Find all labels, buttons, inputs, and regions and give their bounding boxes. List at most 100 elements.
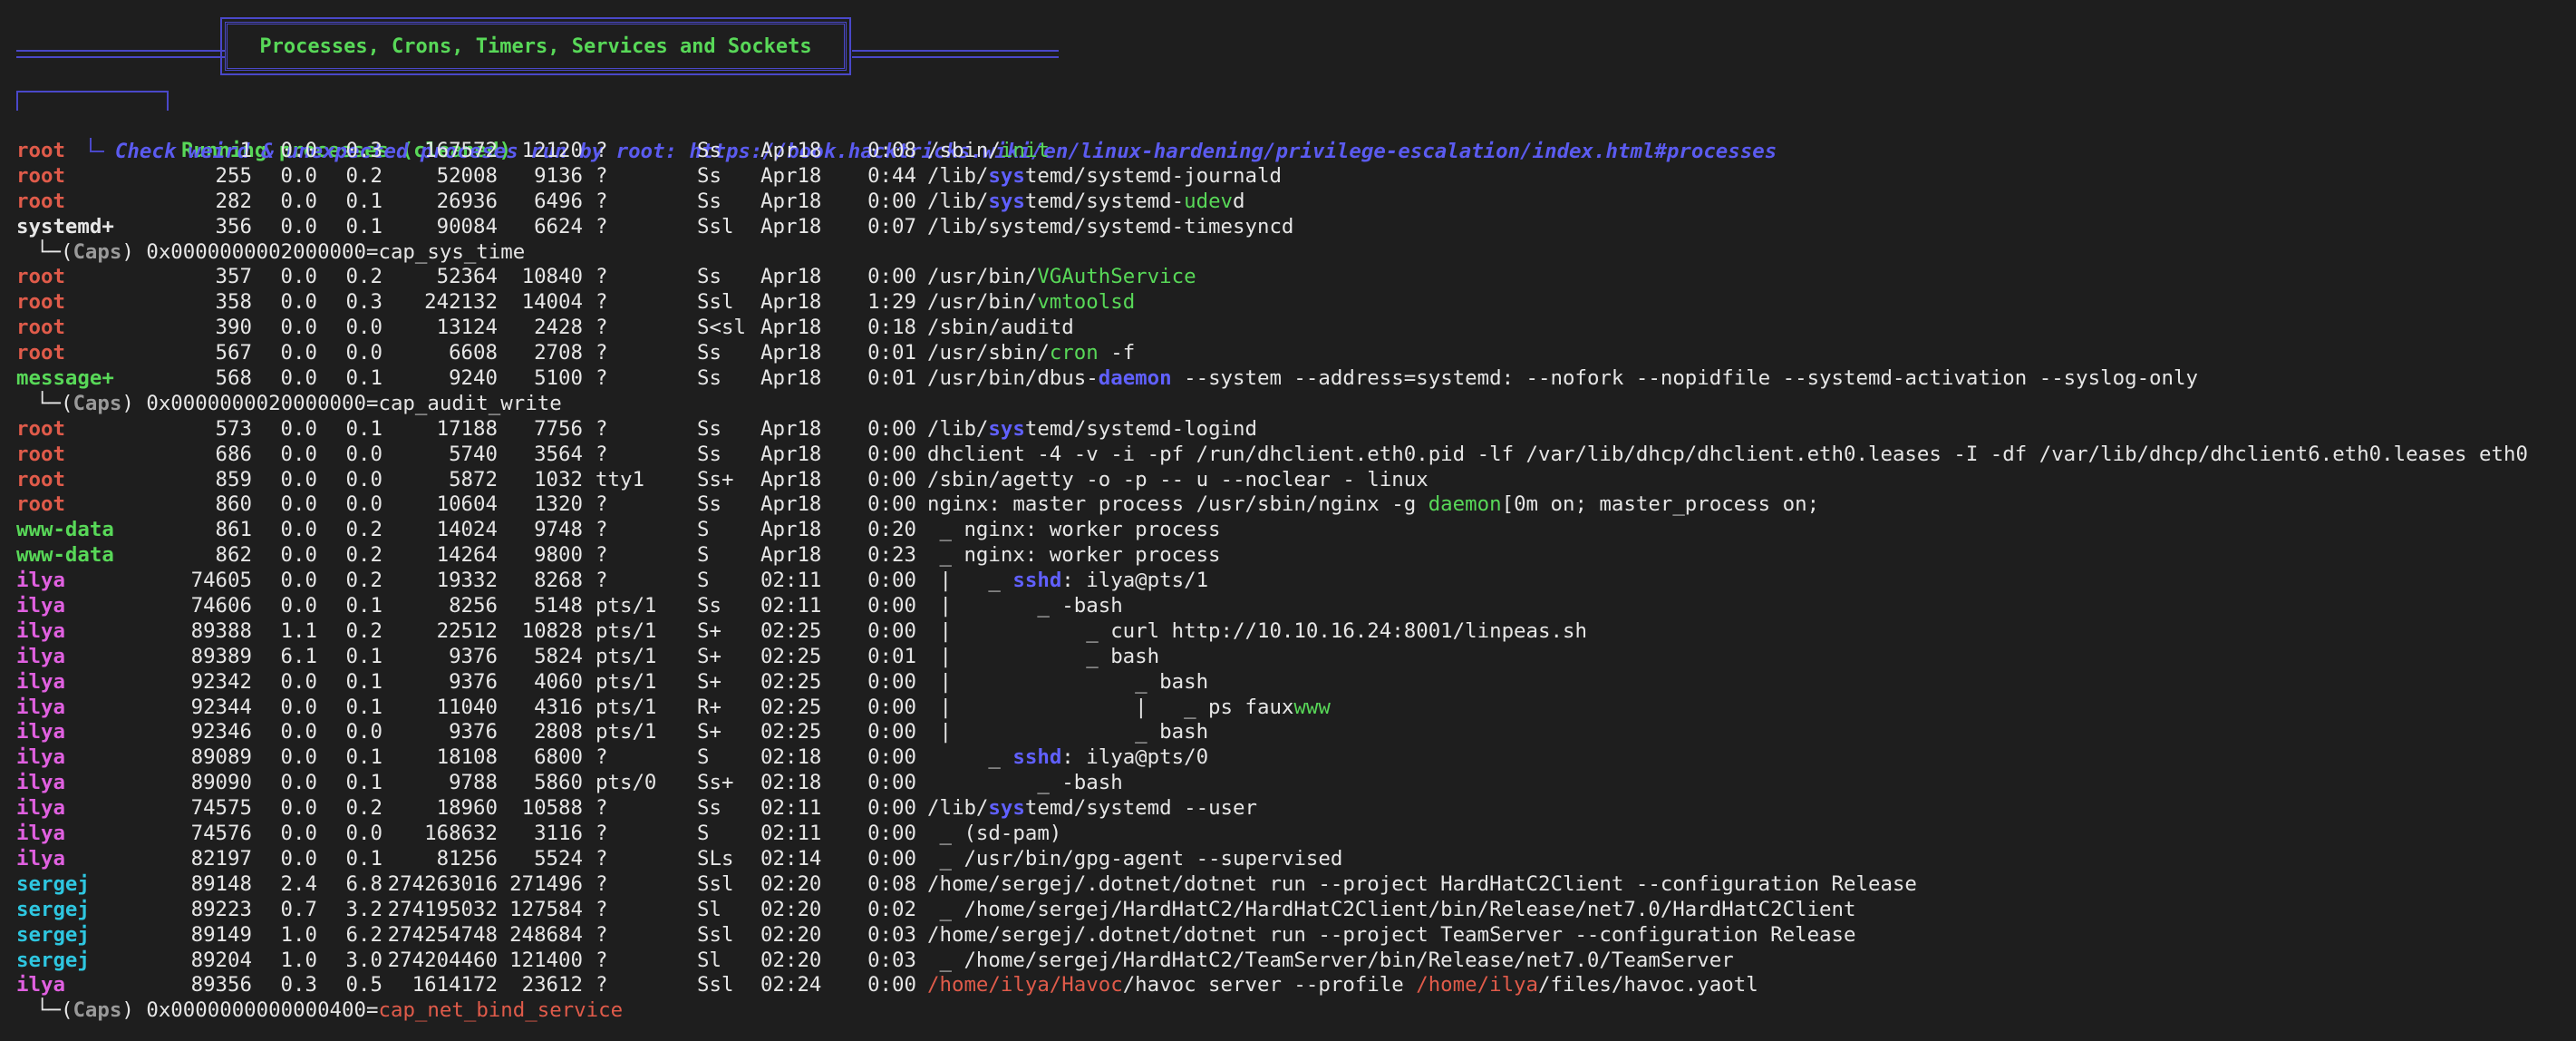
process-row: sergej 89148 2.4 6.8 274263016 271496? Ssl 02:2…	[16, 872, 2576, 898]
command-segment: sys	[988, 163, 1025, 188]
process-cpu: 0.0	[280, 139, 317, 162]
process-cpu: 0.0	[280, 518, 317, 542]
process-time: 0:00	[867, 416, 916, 441]
process-command: /home/ilya/Havoc/havoc server --profile …	[927, 973, 1758, 998]
process-mem: 0.1	[345, 189, 383, 213]
process-cpu: 1.1	[280, 618, 317, 643]
caps-tree: └─(	[36, 239, 73, 264]
caps-close: )	[121, 391, 147, 415]
process-pid: 390	[215, 316, 252, 340]
process-user: ilya	[16, 771, 65, 795]
process-start: Apr18	[760, 265, 822, 289]
process-stat: Ssl	[697, 973, 734, 997]
process-time: 0:00	[867, 569, 916, 593]
command-segment: daemon	[1428, 492, 1502, 517]
process-tty: ?	[596, 922, 608, 947]
process-vsz: 10604	[436, 492, 498, 517]
command-segment: _ /home/sergej/HardHatC2/HardHatC2Client…	[927, 897, 1856, 921]
process-mem: 0.0	[345, 341, 383, 365]
process-pid: 89356	[190, 973, 252, 997]
process-user: ilya	[16, 973, 65, 997]
process-rss: 2708	[534, 341, 583, 365]
process-stat: SLs	[697, 846, 734, 871]
process-user: ilya	[16, 720, 65, 744]
command-segment: [0m on; master_process on;	[1501, 492, 1820, 517]
process-stat: Ss	[697, 265, 721, 289]
process-command: /usr/bin/VGAuthService	[927, 265, 1196, 290]
process-row: root 567 0.0 0.0 6608 2708? Ss Apr18 0:01/usr/sb…	[16, 341, 2576, 366]
process-mem: 0.1	[345, 669, 383, 694]
process-cpu: 0.0	[280, 442, 317, 466]
process-tty: pts/0	[596, 771, 657, 795]
process-command: _ /home/sergej/HardHatC2/HardHatC2Client…	[927, 897, 1856, 923]
process-cpu: 1.0	[280, 948, 317, 972]
command-segment: | | _ ps faux	[927, 695, 1294, 719]
process-row: root 859 0.0 0.0 5872 1032 tty1 Ss+ Apr18 0:00/sb…	[16, 468, 2576, 493]
process-row: root 282 0.0 0.1 26936 6496? Ss Apr18 0:00/lib/s…	[16, 190, 2576, 215]
process-stat: Ssl	[697, 290, 734, 315]
process-stat: Ssl	[697, 214, 734, 238]
process-vsz: 242132	[424, 290, 498, 315]
process-vsz: 5872	[449, 467, 498, 491]
process-start: 02:20	[760, 922, 822, 947]
command-segment: _ /home/sergej/HardHatC2/TeamServer/bin/…	[927, 948, 1734, 972]
process-mem: 0.0	[345, 316, 383, 340]
process-vsz: 9376	[449, 644, 498, 668]
process-cpu: 6.1	[280, 644, 317, 668]
command-segment: : ilya@pts/1	[1061, 569, 1209, 593]
command-segment: _ (sd-pam)	[927, 822, 1062, 846]
process-time: 0:00	[867, 720, 916, 744]
command-segment: : ilya@pts/0	[1061, 745, 1209, 770]
caps-value: 0x0000000002000000=cap_sys_time	[146, 239, 526, 264]
process-vsz: 9788	[449, 771, 498, 795]
command-segment: /lib/	[927, 416, 989, 441]
process-cpu: 0.3	[280, 973, 317, 997]
process-mem: 0.0	[345, 442, 383, 466]
command-segment: | _	[927, 569, 1013, 593]
process-row: ilya 92342 0.0 0.1 9376 4060 pts/1 S+ 02:25 0:00 …	[16, 670, 2576, 696]
process-command: dhclient -4 -v -i -pf /run/dhclient.eth0…	[927, 443, 2528, 468]
process-mem: 0.0	[345, 492, 383, 517]
process-time: 0:00	[867, 669, 916, 694]
process-command: | _ sshd: ilya@pts/1	[927, 569, 1208, 594]
process-mem: 0.5	[345, 973, 383, 997]
process-command: /home/sergej/.dotnet/dotnet run --projec…	[927, 872, 1917, 898]
process-time: 0:00	[867, 467, 916, 491]
process-vsz: 18960	[436, 796, 498, 821]
process-stat: S	[697, 822, 710, 846]
process-cpu: 0.0	[280, 366, 317, 391]
process-rss: 5148	[534, 594, 583, 618]
process-pid: 92344	[190, 695, 252, 719]
process-rss: 3116	[534, 822, 583, 846]
process-stat: Ss+	[697, 467, 734, 491]
command-segment: temd/systemd-logind	[1024, 416, 1257, 441]
command-segment: /sbin/	[927, 139, 1001, 162]
process-user: ilya	[16, 846, 65, 871]
command-segment: /sbin/auditd	[927, 316, 1074, 340]
process-cpu: 0.0	[280, 543, 317, 568]
process-time: 0:02	[867, 897, 916, 921]
process-cpu: 2.4	[280, 871, 317, 896]
process-command: /sbin/agetty -o -p -- u --noclear - linu…	[927, 468, 1428, 493]
process-tty: pts/1	[596, 695, 657, 719]
process-tty: ?	[596, 163, 608, 188]
process-pid: 89090	[190, 771, 252, 795]
process-tty: tty1	[596, 467, 644, 491]
process-user: ilya	[16, 745, 65, 770]
process-pid: 1	[239, 139, 252, 162]
process-command: _ nginx: worker process	[927, 543, 1220, 569]
banner-title: Processes, Crons, Timers, Services and S…	[220, 17, 851, 75]
process-rss: 1320	[534, 492, 583, 517]
process-tty: ?	[596, 290, 608, 315]
process-stat: Ss	[697, 139, 721, 162]
process-start: Apr18	[760, 518, 822, 542]
process-start: Apr18	[760, 189, 822, 213]
process-time: 0:00	[867, 846, 916, 871]
process-tty: ?	[596, 139, 608, 162]
process-vsz: 81256	[436, 846, 498, 871]
process-user: root	[16, 467, 65, 491]
process-start: 02:20	[760, 897, 822, 921]
caps-label: Caps	[73, 998, 122, 1023]
command-segment: | _ curl http://10.10.16.24:8001/linpeas…	[927, 618, 1587, 643]
process-user: ilya	[16, 669, 65, 694]
